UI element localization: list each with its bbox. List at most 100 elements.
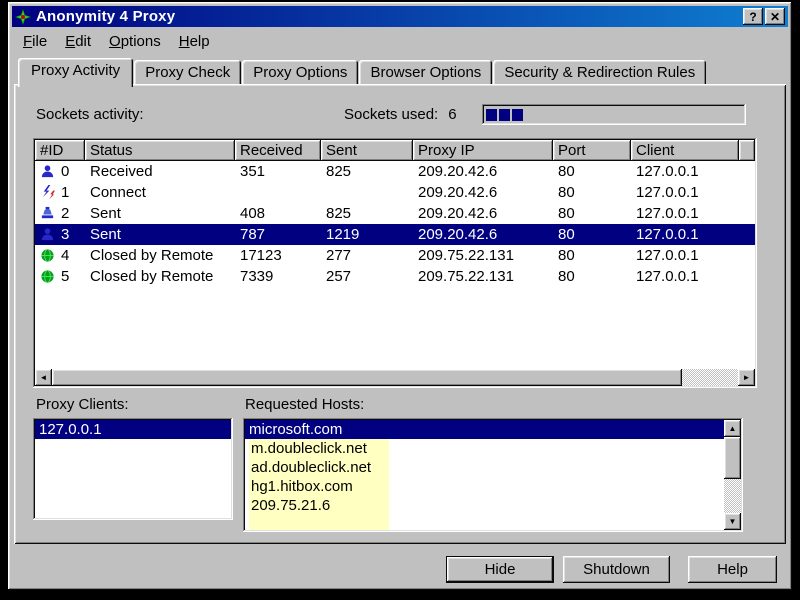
cell-status: Closed by Remote: [85, 245, 235, 266]
cell-id: 3: [35, 224, 85, 245]
cell-port: 80: [553, 161, 631, 182]
close-button[interactable]: ✕: [765, 8, 785, 25]
window-title: Anonymity 4 Proxy: [36, 8, 741, 25]
cell-port: 80: [553, 266, 631, 287]
column-header-sent[interactable]: Sent: [321, 140, 413, 161]
proxy-clients-label: Proxy Clients:: [36, 396, 129, 413]
proxy-activity-panel: Sockets activity: Sockets used:6 #IDStat…: [14, 84, 786, 544]
cell-proxy_ip: 209.20.42.6: [413, 182, 553, 203]
host-item-highlight: hg1.hitbox.com: [249, 477, 389, 496]
hide-button[interactable]: Hide: [446, 556, 554, 583]
cell-received: [235, 182, 321, 203]
requested-hosts-label: Requested Hosts:: [245, 396, 364, 413]
sockets-used-text: Sockets used:: [344, 106, 438, 123]
column-header-proxy-ip[interactable]: Proxy IP: [413, 140, 553, 161]
cell-status: Closed by Remote: [85, 266, 235, 287]
table-row[interactable]: 3Sent7871219209.20.42.680127.0.0.1: [35, 224, 755, 245]
help-button[interactable]: Help: [688, 556, 777, 583]
cell-received: 17123: [235, 245, 321, 266]
client-list-item[interactable]: 127.0.0.1: [35, 420, 231, 439]
globe-icon: [40, 248, 55, 263]
column-header-received[interactable]: Received: [235, 140, 321, 161]
table-row[interactable]: 1Connect209.20.42.680127.0.0.1: [35, 182, 755, 203]
cell-client: 127.0.0.1: [631, 245, 739, 266]
cell-status: Sent: [85, 203, 235, 224]
vscroll-track[interactable]: [724, 479, 741, 513]
scroll-down-icon: ▼: [729, 517, 737, 526]
host-list-item[interactable]: ad.doubleclick.net: [245, 458, 724, 477]
progress-segment: [486, 109, 497, 121]
tab-proxy-options[interactable]: Proxy Options: [242, 60, 358, 84]
cell-port: 80: [553, 203, 631, 224]
cell-id-text: 5: [61, 268, 69, 285]
hscroll-track[interactable]: [682, 369, 738, 386]
tab-security-redirection-rules[interactable]: Security & Redirection Rules: [493, 60, 706, 84]
connect-icon: [40, 185, 55, 200]
cell-id: 0: [35, 161, 85, 182]
sockets-progress-bar: [482, 104, 746, 125]
vertical-scrollbar: ▲▼: [724, 420, 741, 530]
cell-sent: 825: [321, 203, 413, 224]
sockets-used-label: Sockets used:6: [344, 106, 457, 123]
user-icon: [40, 164, 55, 179]
hscroll-thumb[interactable]: [52, 369, 682, 386]
scroll-up-icon: ▲: [729, 424, 737, 433]
table-row[interactable]: 5Closed by Remote7339257209.75.22.131801…: [35, 266, 755, 287]
scroll-down-button[interactable]: ▼: [724, 513, 741, 530]
column-header-status[interactable]: Status: [85, 140, 235, 161]
cell-id: 1: [35, 182, 85, 203]
stamp-icon: [40, 206, 55, 221]
cell-proxy_ip: 209.20.42.6: [413, 224, 553, 245]
host-item-highlight: 209.75.21.6: [249, 496, 389, 515]
globe-icon: [40, 269, 55, 284]
cell-received: 351: [235, 161, 321, 182]
tab-proxy-activity[interactable]: Proxy Activity: [18, 58, 133, 87]
cell-client: 127.0.0.1: [631, 161, 739, 182]
table-row[interactable]: 4Closed by Remote17123277209.75.22.13180…: [35, 245, 755, 266]
cell-status: Connect: [85, 182, 235, 203]
cell-id: 5: [35, 266, 85, 287]
cell-id-text: 2: [61, 205, 69, 222]
column-header-id[interactable]: #ID: [35, 140, 85, 161]
host-list-item[interactable]: [245, 515, 724, 530]
table-row[interactable]: 0Received351825209.20.42.680127.0.0.1: [35, 161, 755, 182]
cell-proxy_ip: 209.20.42.6: [413, 203, 553, 224]
host-list-item[interactable]: m.doubleclick.net: [245, 439, 724, 458]
menu-item-help[interactable]: Help: [170, 31, 219, 52]
cell-sent: 825: [321, 161, 413, 182]
table-row[interactable]: 2Sent408825209.20.42.680127.0.0.1: [35, 203, 755, 224]
column-header-port[interactable]: Port: [553, 140, 631, 161]
tab-proxy-check[interactable]: Proxy Check: [134, 60, 241, 84]
column-header-client[interactable]: Client: [631, 140, 739, 161]
titlebar: Anonymity 4 Proxy ? ✕: [12, 6, 788, 27]
progress-segment: [512, 109, 523, 121]
app-icon: [15, 9, 31, 25]
cell-proxy_ip: 209.20.42.6: [413, 161, 553, 182]
vscroll-thumb[interactable]: [724, 437, 741, 479]
cell-received: 7339: [235, 266, 321, 287]
host-list-item[interactable]: hg1.hitbox.com: [245, 477, 724, 496]
host-list-item[interactable]: 209.75.21.6: [245, 496, 724, 515]
table-body: 0Received351825209.20.42.680127.0.0.11Co…: [35, 161, 755, 369]
menu-item-file[interactable]: File: [14, 31, 56, 52]
shutdown-button[interactable]: Shutdown: [563, 556, 670, 583]
cell-received: 408: [235, 203, 321, 224]
proxy-clients-list: 127.0.0.1: [33, 418, 233, 520]
cell-received: 787: [235, 224, 321, 245]
horizontal-scrollbar: ◄►: [35, 369, 755, 386]
cell-id-text: 3: [61, 226, 69, 243]
tab-browser-options[interactable]: Browser Options: [359, 60, 492, 84]
menu-item-options[interactable]: Options: [100, 31, 170, 52]
cell-id-text: 1: [61, 184, 69, 201]
scroll-right-button[interactable]: ►: [738, 369, 755, 386]
table-header: #IDStatusReceivedSentProxy IPPortClient: [35, 140, 755, 161]
cell-sent: [321, 182, 413, 203]
menu-item-edit[interactable]: Edit: [56, 31, 100, 52]
host-item-highlight: [249, 515, 389, 530]
help-titlebar-button[interactable]: ?: [743, 8, 763, 25]
cell-status: Sent: [85, 224, 235, 245]
host-list-item[interactable]: microsoft.com: [245, 420, 724, 439]
cell-proxy_ip: 209.75.22.131: [413, 245, 553, 266]
scroll-up-button[interactable]: ▲: [724, 420, 741, 437]
scroll-left-button[interactable]: ◄: [35, 369, 52, 386]
